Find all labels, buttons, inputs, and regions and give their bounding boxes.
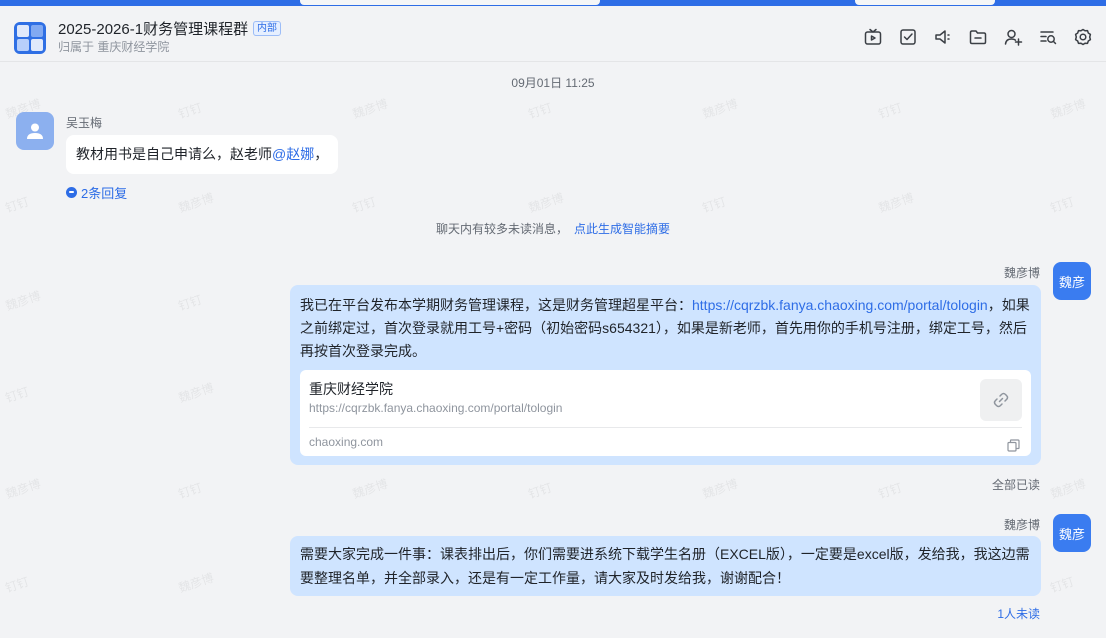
watermark-text: 钉钉 — [526, 480, 554, 502]
watermark-text: 魏彦博 — [3, 476, 43, 502]
watermark-text: 魏彦博 — [350, 476, 390, 502]
message-bubble[interactable]: 教材用书是自己申请么，赵老师@赵娜， — [66, 135, 339, 174]
chat-header: 2025-2026-1财务管理课程群 内部 归属于 重庆财经学院 — [0, 6, 1106, 62]
watermark-text: 钉钉 — [176, 480, 204, 502]
link-card-url: https://cqrzbk.fanya.chaoxing.com/portal… — [309, 401, 563, 415]
watermark-text: 钉钉 — [350, 194, 378, 216]
top-strip-tab — [300, 0, 600, 5]
group-avatar[interactable] — [14, 22, 46, 54]
message-text: 我已在平台发布本学期财务管理课程，这是财务管理超星平台： — [300, 297, 692, 313]
sender-name[interactable]: 魏彦博 — [1004, 264, 1040, 281]
watermark-text: 钉钉 — [876, 480, 904, 502]
link-preview-card[interactable]: 重庆财经学院 https://cqrzbk.fanya.chaoxing.com… — [300, 370, 1031, 456]
sender-name[interactable]: 吴玉梅 — [66, 114, 102, 131]
unread-tip-text: 聊天内有较多未读消息， — [435, 222, 568, 236]
watermark-text: 钉钉 — [876, 100, 904, 122]
watermark-text: 魏彦博 — [876, 190, 916, 216]
watermark-text: 钉钉 — [3, 384, 31, 406]
unread-summary-tip: 聊天内有较多未读消息， 点此生成智能摘要 — [0, 220, 1106, 237]
group-title[interactable]: 2025-2026-1财务管理课程群 — [58, 18, 248, 39]
read-status[interactable]: 全部已读 — [992, 476, 1040, 493]
settings-icon[interactable] — [1072, 26, 1094, 48]
internal-tag: 内部 — [253, 21, 281, 36]
message-text: 教材用书是自己申请么，赵老师 — [76, 146, 272, 162]
sender-avatar[interactable] — [16, 112, 54, 150]
default-user-icon — [27, 123, 43, 139]
self-avatar[interactable]: 魏彦 — [1053, 514, 1091, 552]
watermark-text: 钉钉 — [1048, 194, 1076, 216]
watermark-text: 钉钉 — [3, 574, 31, 596]
watermark-text: 魏彦博 — [176, 380, 216, 406]
watermark-text: 魏彦博 — [526, 190, 566, 216]
watermark-text: 钉钉 — [526, 100, 554, 122]
watermark-text: 魏彦博 — [1048, 476, 1088, 502]
watermark-text: 魏彦博 — [176, 190, 216, 216]
sender-name[interactable]: 魏彦博 — [1004, 516, 1040, 533]
watermark-text: 魏彦博 — [1048, 96, 1088, 122]
reply-bubble-icon — [66, 187, 77, 198]
folder-icon[interactable] — [967, 26, 989, 48]
self-avatar[interactable]: 魏彦 — [1053, 262, 1091, 300]
watermark-text: 魏彦博 — [350, 96, 390, 122]
watermark-text: 魏彦博 — [700, 96, 740, 122]
top-strip-tab — [855, 0, 995, 5]
mention-link[interactable]: @赵娜 — [272, 146, 314, 162]
watermark-text: 钉钉 — [1048, 574, 1076, 596]
link-card-domain: chaoxing.com — [309, 435, 384, 449]
unread-status[interactable]: 1人未读 — [997, 605, 1040, 622]
message-url-link[interactable]: https://cqrzbk.fanya.chaoxing.com/portal… — [692, 297, 988, 313]
reply-count-label: 2条回复 — [81, 186, 128, 201]
add-member-icon[interactable] — [1002, 26, 1024, 48]
link-icon[interactable] — [980, 379, 1022, 421]
watermark-text: 魏彦博 — [3, 288, 43, 314]
watermark-text: 钉钉 — [3, 194, 31, 216]
announcement-icon[interactable] — [932, 26, 954, 48]
card-divider — [309, 427, 1022, 428]
generate-summary-link[interactable]: 点此生成智能摘要 — [574, 222, 670, 236]
tv-icon[interactable] — [862, 26, 884, 48]
message-text: ， — [314, 146, 329, 162]
watermark-text: 魏彦博 — [176, 570, 216, 596]
watermark-text: 钉钉 — [176, 100, 204, 122]
link-card-title: 重庆财经学院 — [309, 381, 393, 397]
message-bubble[interactable]: 需要大家完成一件事：课表排出后，你们需要进系统下载学生名册（EXCEL版），一定… — [290, 536, 1041, 596]
copy-icon[interactable] — [1007, 436, 1020, 452]
group-subtitle: 归属于 重庆财经学院 — [58, 40, 170, 54]
message-timestamp: 09月01日 11:25 — [511, 76, 595, 90]
message-bubble[interactable]: 我已在平台发布本学期财务管理课程，这是财务管理超星平台：https://cqrz… — [290, 285, 1041, 465]
thread-replies-link[interactable]: 2条回复 — [66, 183, 127, 202]
header-toolbar — [862, 26, 1094, 48]
search-history-icon[interactable] — [1037, 26, 1059, 48]
checkbox-icon[interactable] — [897, 26, 919, 48]
watermark-text: 钉钉 — [700, 194, 728, 216]
message-text: 需要大家完成一件事：课表排出后，你们需要进系统下载学生名册（EXCEL版），一定… — [300, 546, 1030, 586]
message-text-block: 我已在平台发布本学期财务管理课程，这是财务管理超星平台：https://cqrz… — [300, 294, 1031, 363]
watermark-text: 钉钉 — [176, 292, 204, 314]
watermark-text: 魏彦博 — [700, 476, 740, 502]
